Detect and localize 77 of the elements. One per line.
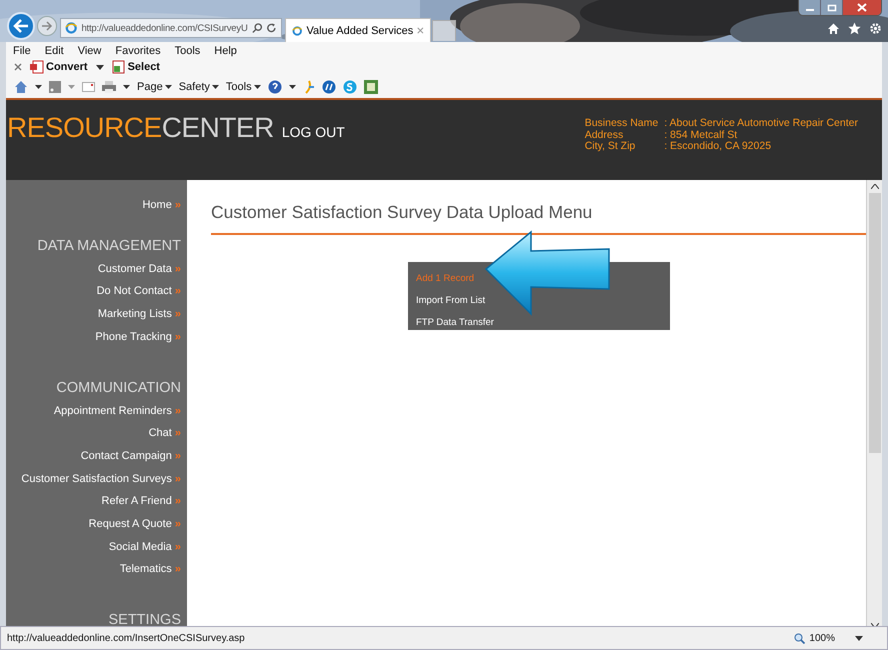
back-arrow-icon (13, 19, 29, 33)
menu-option[interactable]: Import From List (416, 290, 486, 312)
menu-item[interactable]: File (13, 44, 31, 56)
sidebar-heading: DATA MANAGEMENT (37, 236, 181, 256)
caret-icon (164, 85, 172, 89)
sidebar-link[interactable]: Chat » (148, 422, 181, 445)
info-value: : 854 Metcalf St (664, 130, 738, 141)
page-title: Customer Satisfaction Survey Data Upload Menu (211, 202, 594, 223)
home-icon[interactable] (827, 22, 840, 35)
mail-icon[interactable] (82, 82, 95, 92)
info-label: City, St Zip (584, 141, 636, 152)
caret-icon (254, 85, 261, 89)
star-icon[interactable] (848, 22, 861, 35)
menu-item[interactable]: Favorites (115, 44, 161, 56)
sidebar-heading: COMMUNICATION (56, 378, 181, 398)
refresh-icon[interactable] (266, 22, 277, 34)
home-icon[interactable] (14, 80, 28, 94)
toolbar-menu-button[interactable]: Safety (178, 81, 219, 93)
settings-icon[interactable] (869, 22, 882, 35)
caret-icon[interactable] (855, 636, 863, 640)
caret-icon[interactable] (288, 85, 296, 89)
site-logo: RESOURCECENTER (7, 112, 274, 144)
toolbar-button[interactable]: Convert (30, 60, 88, 74)
sidebar-link[interactable]: Phone Tracking » (95, 326, 181, 349)
sidebar-link[interactable]: Request A Quote » (88, 513, 181, 536)
forward-arrow-icon (41, 21, 53, 31)
sidebar-link[interactable]: Appointment Reminders » (54, 400, 181, 422)
circle-logo-icon[interactable] (322, 80, 336, 94)
restore-icon (826, 4, 836, 12)
caret-icon[interactable] (96, 64, 104, 70)
info-label: Business Name (584, 118, 658, 130)
menu-item[interactable]: Edit (44, 44, 64, 56)
menu-item[interactable]: Tools (174, 44, 200, 56)
sidebar-link[interactable]: Social Media » (108, 536, 181, 558)
document-icon (30, 60, 44, 74)
app-tile-icon[interactable] (364, 80, 378, 94)
sidebar-link[interactable]: Marketing Lists » (98, 303, 181, 326)
sidebar-link[interactable]: Customer Satisfaction Surveys » (21, 468, 181, 490)
document-icon (112, 60, 126, 74)
browser-logo-icon (292, 24, 302, 38)
caret-icon[interactable] (35, 85, 42, 89)
menu-option[interactable]: FTP Data Transfer (416, 312, 494, 334)
caret-icon (212, 85, 219, 89)
close-icon[interactable] (417, 26, 424, 35)
browser-logo-icon (65, 21, 78, 35)
scroll-up-icon[interactable] (870, 184, 878, 189)
sidebar-heading: SETTINGS (108, 611, 181, 626)
info-value: : Escondido, CA 92025 (664, 141, 772, 152)
search-icon[interactable] (252, 22, 262, 34)
status-url: http://valueaddedonline.com/InsertOneCSISurvey.asp (7, 632, 245, 644)
toolbar-menu-button[interactable]: Tools (226, 81, 261, 93)
caret-icon[interactable] (123, 85, 130, 89)
sidebar-link[interactable]: Telematics » (120, 558, 181, 582)
sidebar-link[interactable]: Customer Data » (98, 258, 181, 280)
info-label: Address (584, 130, 624, 141)
printer-icon[interactable] (102, 81, 116, 93)
zoom-level[interactable]: 100% (809, 632, 835, 644)
menu-item[interactable]: View (78, 44, 102, 56)
info-value: : About Service Automotive Repair Center (664, 118, 858, 130)
sidebar-link[interactable]: Do Not Contact » (96, 280, 181, 304)
close-window-button[interactable] (843, 0, 881, 15)
scrollbar[interactable] (866, 180, 882, 626)
help-icon[interactable] (268, 80, 282, 94)
toolbar-menu-button[interactable]: Page (137, 81, 172, 93)
address-field[interactable]: http://valueaddedonline.com/CSISurveyU (60, 18, 282, 38)
toolbar-button[interactable]: Select (112, 60, 160, 74)
sidebar-link[interactable]: Refer A Friend » (102, 490, 181, 514)
zoom-icon[interactable] (794, 632, 806, 644)
browser-tab[interactable]: Value Added Services (285, 18, 431, 42)
minimize-button[interactable] (799, 0, 821, 15)
close-icon[interactable] (14, 63, 22, 71)
close-icon (857, 3, 867, 12)
menu-item[interactable]: Help (214, 44, 237, 56)
maximize-button[interactable] (821, 0, 843, 15)
sidebar-link[interactable]: Home » (142, 194, 181, 217)
sidebar-link[interactable]: Contact Campaign » (80, 444, 181, 468)
logout-link[interactable]: LOG OUT (282, 124, 345, 140)
